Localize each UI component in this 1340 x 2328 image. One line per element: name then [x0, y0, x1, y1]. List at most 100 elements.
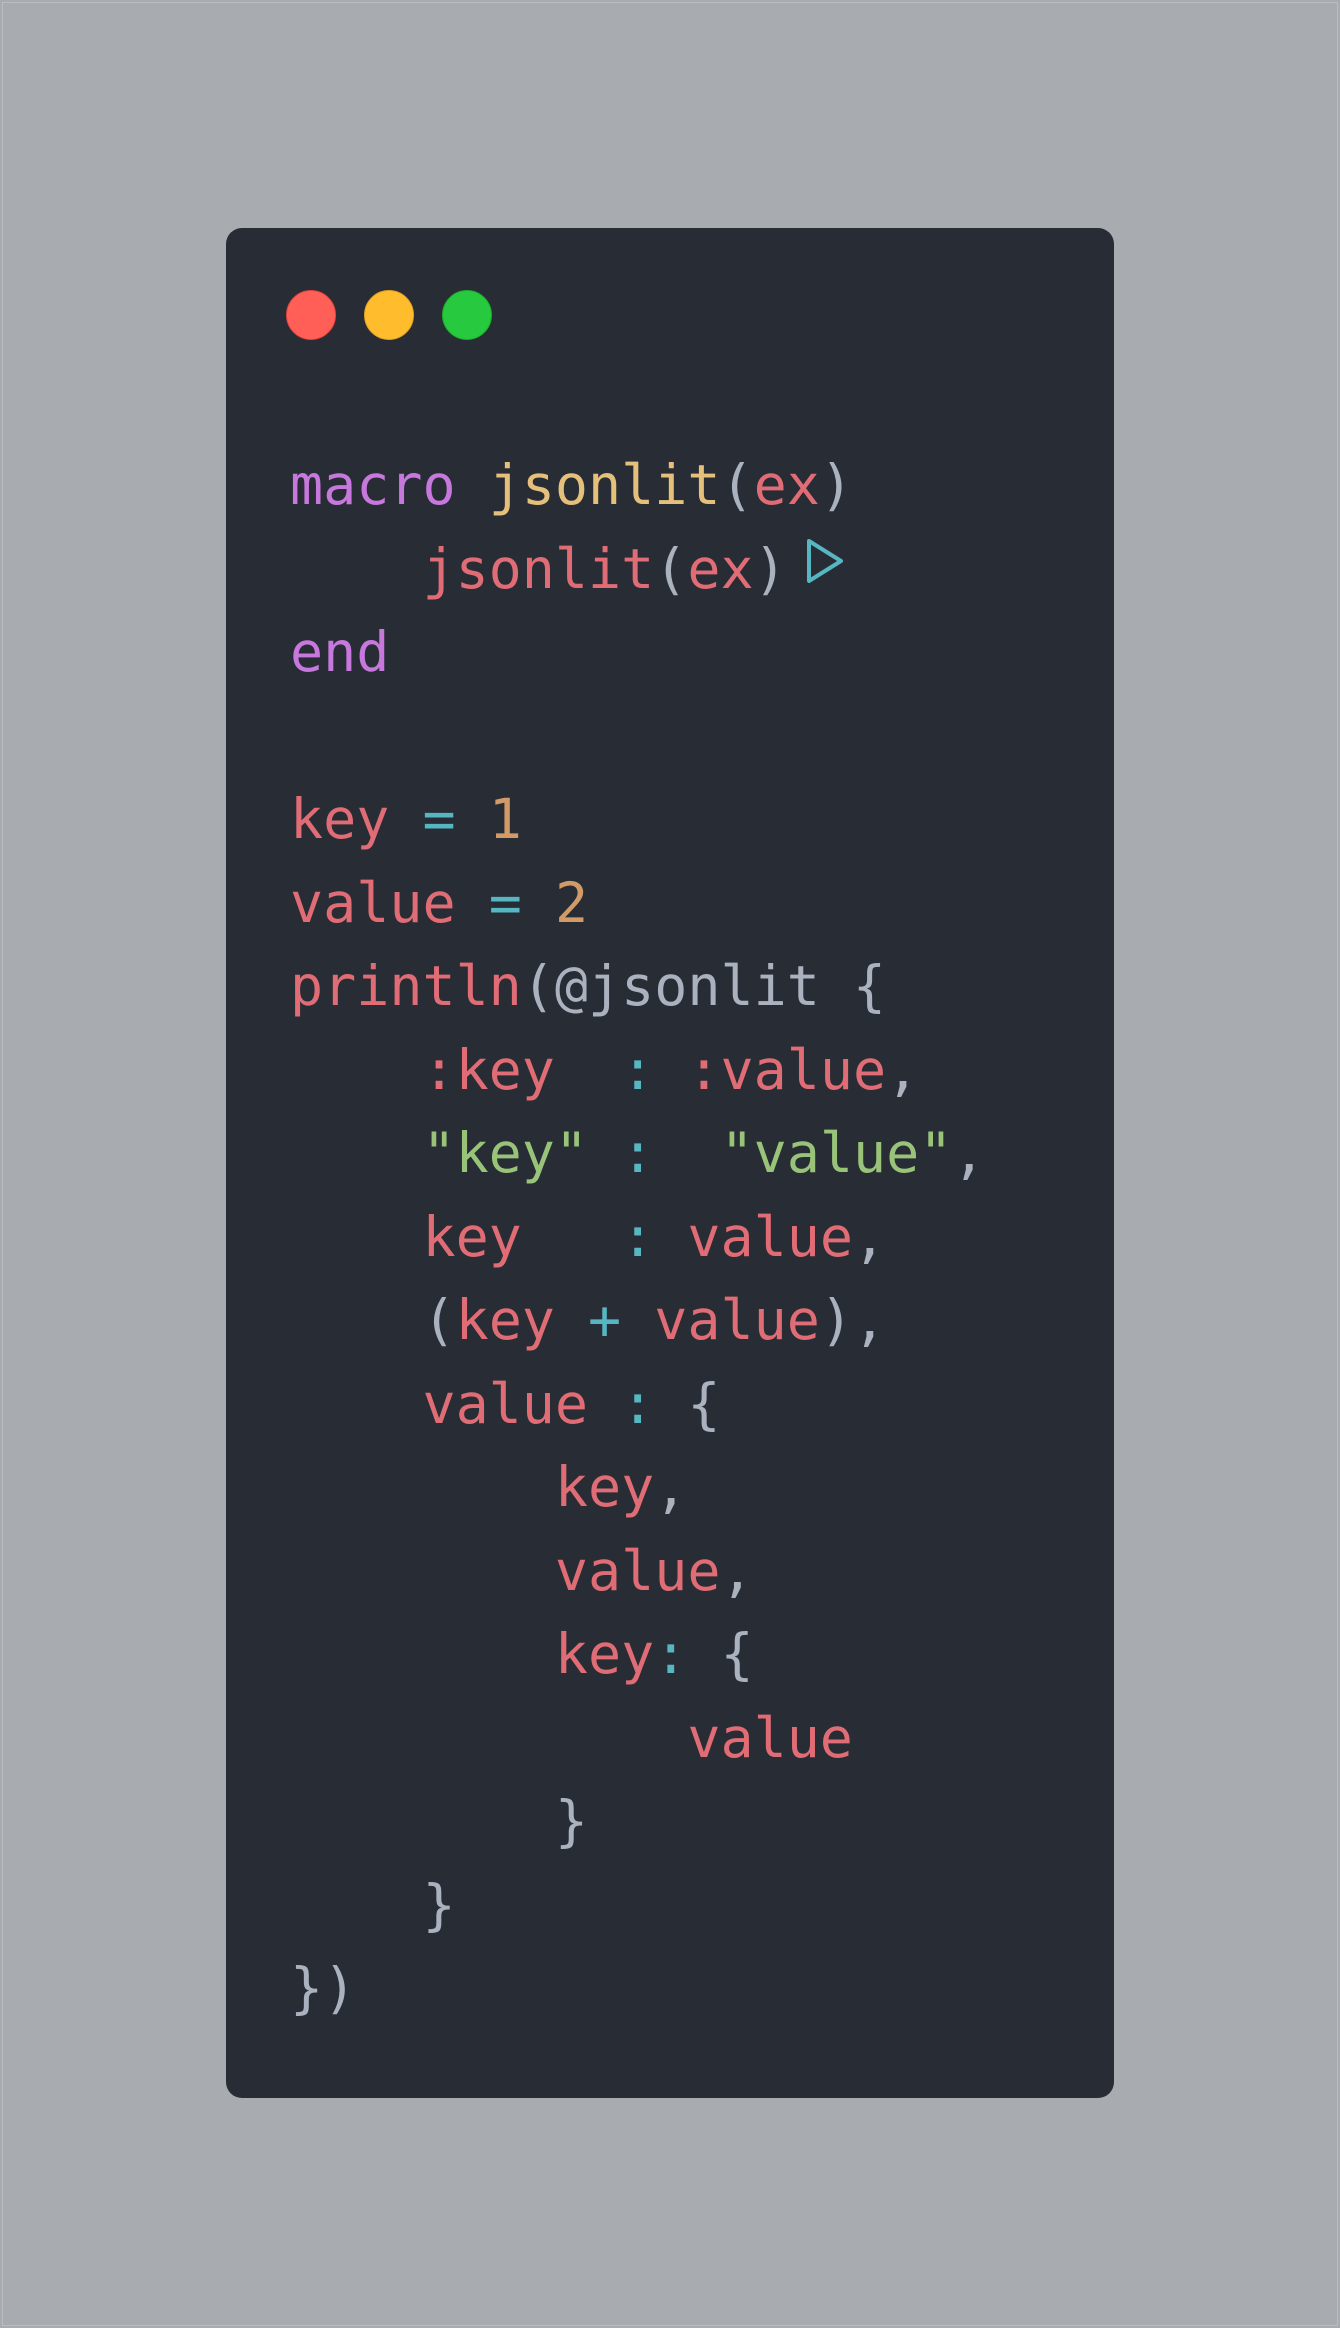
close-icon[interactable] — [286, 290, 336, 340]
code-token: ) — [753, 536, 787, 601]
code-token: 1 — [488, 787, 522, 851]
window-controls — [286, 290, 492, 342]
code-line: key, — [290, 1446, 985, 1530]
code-line: key : value, — [290, 1196, 985, 1280]
maximize-icon[interactable] — [442, 290, 492, 340]
code-token: = — [488, 870, 522, 935]
code-line: (key + value), — [290, 1279, 985, 1363]
code-line: "key" : "value", — [290, 1112, 985, 1196]
code-token: jsonlit — [422, 536, 655, 601]
code-line: end — [290, 611, 985, 695]
code-token: "key" — [422, 1121, 589, 1185]
code-token: ( — [654, 536, 688, 601]
code-token: : — [621, 1371, 655, 1436]
code-line: key = 1 — [290, 778, 985, 862]
code-line: jsonlit(ex) — [290, 528, 985, 612]
code-token: , — [654, 1455, 688, 1519]
code-line: value — [290, 1697, 985, 1781]
code-token: key — [422, 1204, 522, 1269]
code-token: ), — [819, 1288, 887, 1352]
code-token: end — [290, 620, 390, 684]
code-token: "value" — [720, 1121, 953, 1185]
code-token: , — [952, 1121, 986, 1185]
code-token: :value — [687, 1037, 887, 1102]
code-token: ) — [819, 453, 853, 517]
code-token: key — [554, 1622, 655, 1686]
code-token: ex — [687, 536, 754, 601]
code-token: , — [720, 1538, 754, 1603]
code-line: } — [290, 1780, 985, 1864]
code-token: key — [455, 1288, 555, 1352]
code-window: macro jsonlit(ex) jsonlit(ex) end key = 1… — [226, 228, 1114, 2098]
code-token: println — [290, 954, 522, 1018]
code-token: + — [588, 1288, 622, 1352]
play-triangle-icon[interactable] — [805, 525, 845, 609]
code-token: ( — [720, 453, 754, 517]
code-token: , — [886, 1037, 920, 1102]
code-token: value — [554, 1538, 721, 1603]
code-token: value — [422, 1371, 589, 1436]
code-token: }) — [290, 1956, 357, 2020]
code-token: macro — [290, 453, 456, 517]
code-token: value — [654, 1288, 820, 1352]
code-token: } — [554, 1789, 589, 1853]
code-token: : — [621, 1037, 655, 1102]
code-token: jsonlit — [488, 453, 721, 517]
minimize-icon[interactable] — [364, 290, 414, 340]
code-token: = — [422, 787, 456, 851]
code-token: 2 — [554, 870, 589, 935]
code-token: key — [290, 787, 390, 851]
code-token: value — [687, 1204, 853, 1269]
code-token: (@jsonlit { — [521, 954, 887, 1018]
code-token: { — [654, 1371, 721, 1436]
code-line: value, — [290, 1530, 985, 1614]
code-line: value = 2 — [290, 862, 985, 946]
code-line: key: { — [290, 1613, 985, 1697]
code-token: key — [554, 1455, 655, 1519]
code-token: } — [422, 1872, 456, 1937]
code-token: value — [687, 1705, 853, 1770]
code-token: { — [687, 1622, 754, 1686]
code-line: value : { — [290, 1363, 985, 1447]
code-line: macro jsonlit(ex) — [290, 444, 985, 528]
code-token: :key — [422, 1037, 555, 1102]
code-line: }) — [290, 1947, 985, 2031]
code-block: macro jsonlit(ex) jsonlit(ex) end key = 1… — [290, 444, 985, 2031]
code-token: : — [621, 1121, 655, 1185]
code-token: , — [852, 1204, 887, 1269]
code-token: : — [621, 1204, 655, 1269]
code-token: value — [290, 870, 456, 935]
code-line: println(@jsonlit { — [290, 945, 985, 1029]
code-token: : — [654, 1622, 688, 1686]
code-line: } — [290, 1864, 985, 1948]
code-line: :key : :value, — [290, 1029, 985, 1113]
code-token: ex — [753, 453, 820, 517]
